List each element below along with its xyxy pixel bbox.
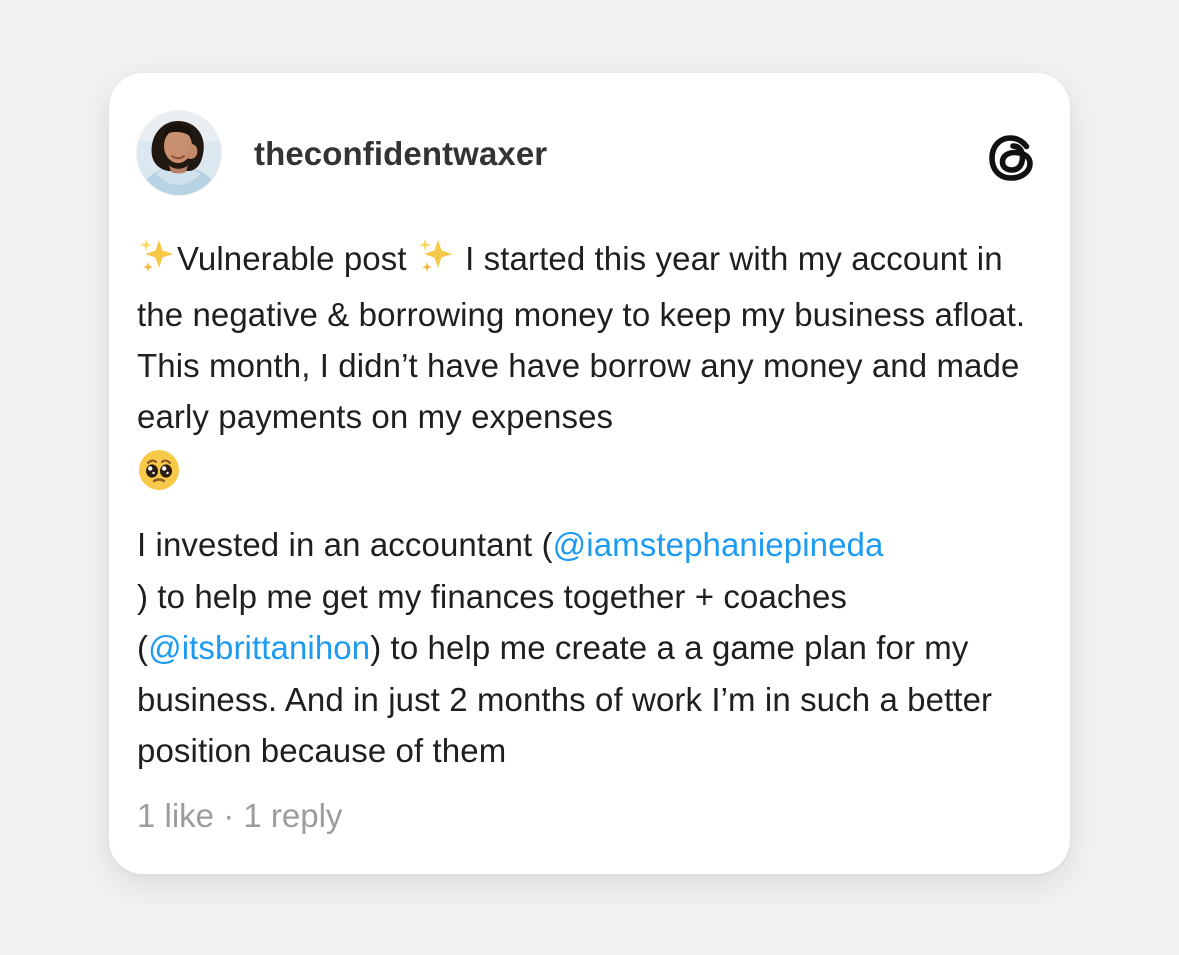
threads-logo-icon [989, 135, 1033, 181]
sparkles-icon [416, 235, 456, 289]
likes-count-link[interactable]: 1 like [137, 797, 214, 834]
post-paragraph-2: I invested in an accountant (@iamstephan… [137, 519, 1049, 777]
mention-link-itsbrittanihon[interactable]: @itsbrittanihon [148, 629, 370, 666]
profile-photo-icon [137, 111, 221, 195]
paragraph-2-intro-text: I invested in an accountant ( [137, 526, 553, 563]
replies-count-link[interactable]: 1 reply [243, 797, 342, 834]
post-paragraph-1: Vulnerable post I started this year with… [137, 233, 1049, 498]
stats-separator: · [214, 797, 244, 834]
post-stats: 1 like · 1 reply [137, 796, 342, 836]
threads-post-card: theconfidentwaxer Vulnerable post I star… [109, 73, 1070, 874]
threads-logo-icon[interactable] [987, 132, 1039, 184]
paragraph-1-intro-text: Vulnerable post [177, 240, 416, 277]
post-body: Vulnerable post I started this year with… [137, 233, 1049, 777]
author-username[interactable]: theconfidentwaxer [254, 134, 547, 174]
mention-link-iamstephaniepineda[interactable]: @iamstephaniepineda [553, 526, 884, 563]
pleading-face-icon [137, 447, 181, 498]
author-avatar[interactable] [137, 111, 221, 195]
sparkles-icon [137, 235, 177, 289]
